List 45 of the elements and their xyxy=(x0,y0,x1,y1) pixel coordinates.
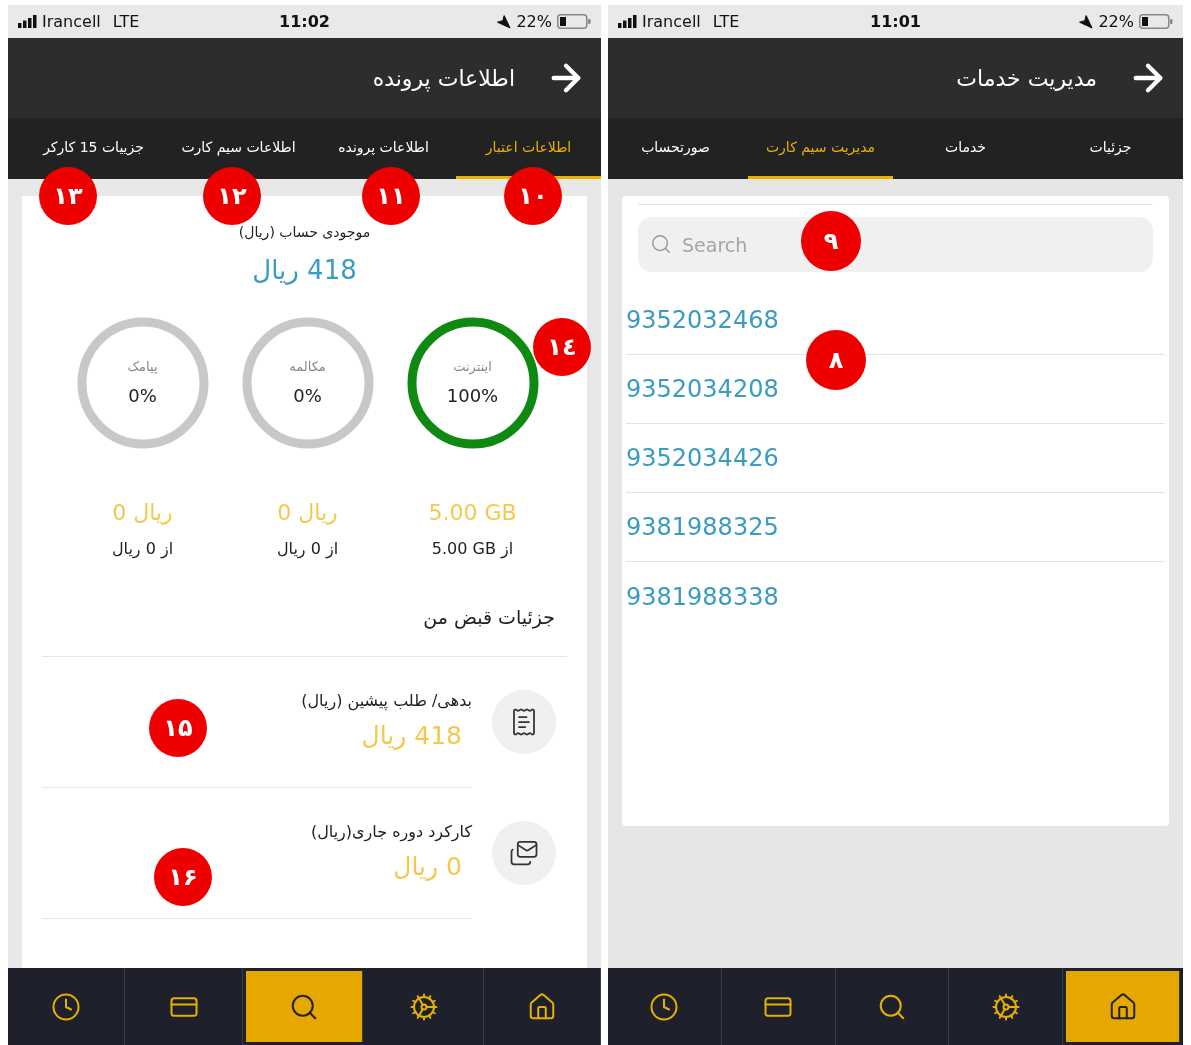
carrier-name: Irancell xyxy=(642,10,701,33)
balance-amount: 418 ریال xyxy=(252,254,357,287)
clock-time: 11:02 xyxy=(279,10,330,33)
signal-icon xyxy=(18,15,38,28)
clock-icon xyxy=(649,991,680,1022)
tab[interactable]: خدمات xyxy=(893,118,1038,179)
network-type: LTE xyxy=(712,10,740,33)
clock-time: 11:01 xyxy=(870,10,921,33)
location-icon xyxy=(496,14,512,29)
gauge-percent: 100% xyxy=(446,384,499,409)
network-type: LTE xyxy=(112,10,140,33)
gauge-percent: 0% xyxy=(293,384,322,409)
nav-button[interactable] xyxy=(1066,971,1180,1042)
usage-total: از 0 ریال xyxy=(111,538,174,561)
battery-icon xyxy=(1139,14,1173,29)
tab[interactable]: جزئیات xyxy=(1038,118,1183,179)
usage-amount: 0 ریال xyxy=(112,499,173,527)
gear-icon xyxy=(409,991,440,1022)
tab[interactable]: صورتحساب xyxy=(608,118,748,179)
bill-item-amount: 418 ریال xyxy=(361,719,463,752)
location-icon xyxy=(1078,14,1094,29)
section-heading: جزئیات قبض من xyxy=(423,606,555,628)
usage-total: از 0 ریال xyxy=(276,538,339,561)
usage-amount: 0 ریال xyxy=(277,499,338,527)
page-title: اطلاعات پرونده xyxy=(372,64,515,94)
signal-icon xyxy=(618,15,638,28)
usage-amount: 5.00 GB xyxy=(428,499,517,527)
gauge-label: پیامک xyxy=(127,357,158,376)
gear-icon xyxy=(990,991,1021,1022)
gauge-label: مکالمه xyxy=(289,357,326,376)
battery-percent: 22% xyxy=(1098,10,1134,33)
bill-item-title: بدهی/ طلب پیشین (ریال) xyxy=(301,689,472,713)
clock-icon xyxy=(51,991,82,1022)
bill-item-amount: 0 ریال xyxy=(393,850,463,883)
carrier-name: Irancell xyxy=(42,10,101,33)
gauge-label: اینترنت xyxy=(453,357,492,377)
gauge-percent: 0% xyxy=(128,384,157,409)
battery-percent: 22% xyxy=(516,10,552,33)
page-title: مدیریت خدمات xyxy=(956,64,1097,93)
balance-label: موجودی حساب (ریال) xyxy=(238,223,371,243)
nav-button[interactable] xyxy=(245,971,364,1042)
battery-icon xyxy=(557,14,591,29)
bill-item-title: کارکرد دوره جاری(ریال) xyxy=(310,820,472,844)
search-icon xyxy=(650,233,672,255)
usage-total: 5.00 GB از xyxy=(431,538,514,561)
